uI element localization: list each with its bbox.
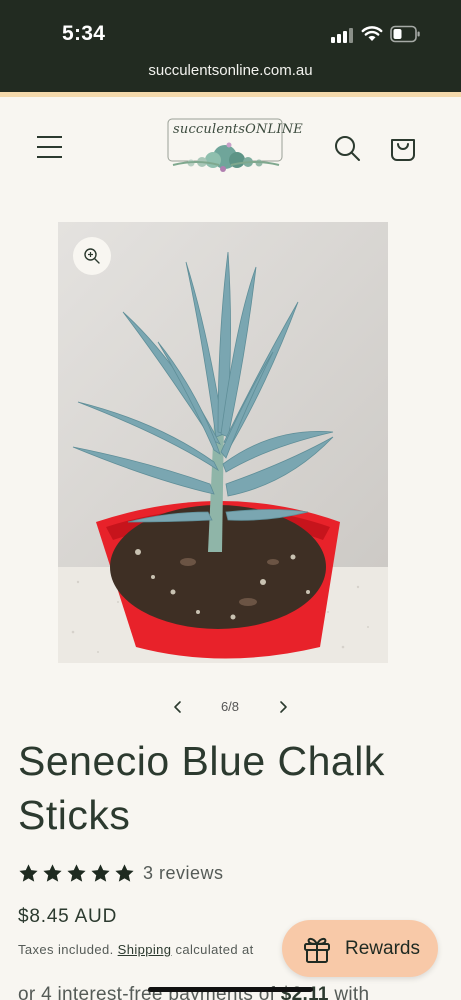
home-indicator	[148, 987, 313, 992]
zoom-button[interactable]	[73, 237, 111, 275]
tax-shipping-note: Taxes included. Shipping calculated at	[18, 942, 254, 957]
star-icon	[67, 863, 86, 882]
cellular-signal-icon	[331, 27, 355, 43]
browser-chrome: 5:34 succulentsonline.com.au	[0, 0, 461, 92]
taxes-included-text: Taxes included.	[18, 942, 114, 957]
zoom-in-icon	[84, 248, 100, 264]
rating-stars	[18, 863, 135, 884]
status-time: 5:34	[62, 22, 106, 45]
calculated-at-text: calculated at	[175, 942, 254, 957]
product-image[interactable]	[58, 222, 388, 663]
logo-text: succulentsONLINE	[173, 122, 303, 137]
chevron-right-icon[interactable]	[273, 697, 293, 717]
installment-suffix: with	[334, 984, 370, 1000]
rewards-button[interactable]: Rewards	[282, 920, 438, 977]
site-logo[interactable]: succulentsONLINE	[167, 117, 303, 175]
shipping-link[interactable]: Shipping	[118, 942, 172, 957]
star-icon	[19, 863, 38, 882]
chevron-left-icon[interactable]	[168, 697, 188, 717]
product-title: Senecio Blue Chalk Sticks	[18, 738, 385, 838]
succulent-photo	[58, 222, 388, 663]
product-rating[interactable]: 3 reviews	[18, 861, 224, 885]
product-price: $8.45 AUD	[18, 906, 118, 927]
star-icon	[91, 863, 110, 882]
gallery-counter: 6/8	[220, 699, 240, 714]
reviews-count[interactable]: 3 reviews	[143, 863, 224, 884]
battery-icon	[390, 25, 420, 43]
gift-icon	[304, 937, 330, 963]
menu-icon[interactable]	[37, 136, 62, 158]
cart-icon[interactable]	[389, 134, 417, 162]
star-icon	[115, 863, 134, 882]
wifi-icon	[361, 26, 383, 41]
address-bar[interactable]: succulentsonline.com.au	[0, 62, 461, 79]
search-icon[interactable]	[333, 134, 361, 162]
rewards-label: Rewards	[345, 937, 420, 959]
gallery-pager: 6/8	[0, 694, 461, 720]
site-header: succulentsONLINE	[0, 97, 461, 202]
star-icon	[43, 863, 62, 882]
